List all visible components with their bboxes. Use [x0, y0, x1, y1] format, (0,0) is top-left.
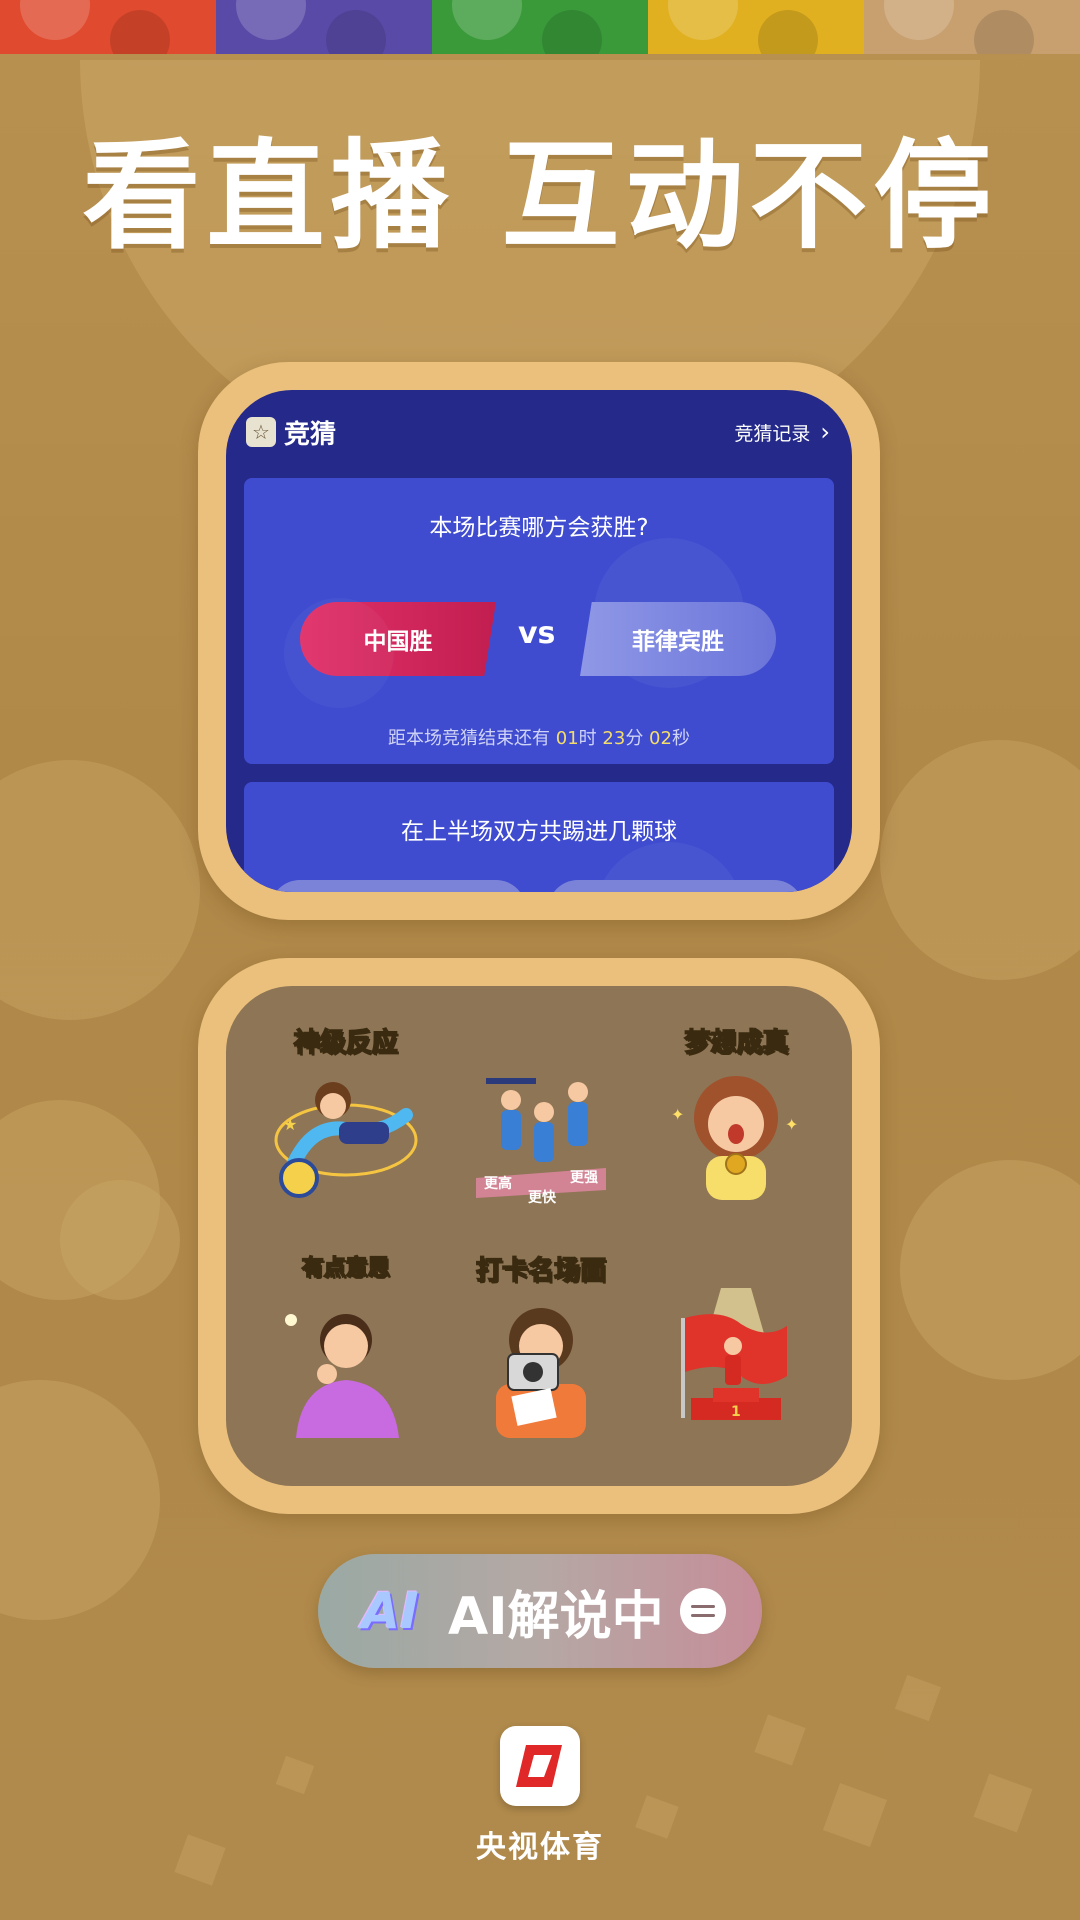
strip-segment-red: [0, 0, 216, 54]
choice-left-label: 中国胜: [363, 629, 433, 655]
question-card: 在上半场双方共踢进几颗球: [244, 782, 834, 892]
choice-philippines-win-button[interactable]: 菲律宾胜: [580, 602, 776, 676]
app-branding: 央视体育: [0, 1726, 1080, 1866]
svg-text:✦: ✦: [785, 1115, 798, 1134]
app-name: 央视体育: [476, 1830, 604, 1865]
sticker-caption: 打卡名场面: [475, 1255, 607, 1287]
quiz-record-label: 竞猜记录: [734, 422, 811, 445]
strip-segment-yellow: [648, 0, 864, 54]
question-text: 本场比赛哪方会获胜?: [429, 515, 649, 541]
countdown-minutes: 23: [602, 728, 626, 749]
vs-label: vs: [518, 616, 556, 651]
cctv-sports-logo-icon: [500, 1726, 580, 1806]
strip-segment-green: [432, 0, 648, 54]
star-icon: ☆: [246, 417, 276, 447]
countdown-seconds-unit: 秒: [671, 728, 690, 749]
choice-group: 中国胜 vs 菲律宾胜: [300, 602, 776, 676]
strip-segment-tan: [864, 0, 1080, 54]
quiz-card-frame: ☆ 竞猜 竞猜记录 › 本场比赛哪方会获胜? 中国胜 vs 菲律宾胜 距本场竞猜…: [198, 362, 880, 920]
sticker-caption: 梦想成真: [684, 1027, 790, 1059]
sticker-panel: 神级反应 ★ 更高 更快 更强 梦想成真 ✦ ✦ 有点意思 打卡名场面 1: [226, 986, 852, 1486]
countdown-seconds: 02: [649, 728, 672, 749]
countdown-minutes-unit: 分: [625, 728, 644, 749]
thinking-man-icon: [284, 1314, 399, 1438]
quiz-title-group: ☆ 竞猜: [246, 414, 336, 451]
ai-commentary-button[interactable]: AI AI解说中: [318, 1554, 762, 1668]
sticker-tag: 更快: [528, 1189, 557, 1206]
sticker-tag: 更强: [570, 1170, 598, 1186]
quiz-header: ☆ 竞猜 竞猜记录 ›: [246, 412, 830, 452]
countdown-hours-unit: 时: [578, 728, 597, 749]
answer-option-button[interactable]: [270, 880, 526, 892]
diving-player-icon: ★: [274, 1082, 418, 1198]
choice-right-label: 菲律宾胜: [632, 629, 724, 655]
podium-flag-icon: 1: [681, 1288, 788, 1420]
strip-segment-purple: [216, 0, 432, 54]
answer-option-button[interactable]: [548, 880, 804, 892]
training-athletes-icon: 更高 更快 更强: [475, 1078, 606, 1206]
top-color-strip: [0, 0, 1080, 54]
svg-text:✦: ✦: [671, 1105, 684, 1124]
sticker-item[interactable]: 有点意思: [248, 1250, 443, 1462]
quiz-record-link[interactable]: 竞猜记录 ›: [734, 419, 830, 446]
sticker-item[interactable]: 1: [639, 1250, 834, 1462]
choice-china-win-button[interactable]: 中国胜: [300, 602, 496, 676]
quiz-title: 竞猜: [284, 419, 337, 450]
countdown-hours: 01: [555, 728, 579, 749]
sticker-grid: 神级反应 ★ 更高 更快 更强 梦想成真 ✦ ✦ 有点意思 打卡名场面 1: [248, 1022, 834, 1462]
chevron-right-icon: ›: [820, 418, 830, 446]
sticker-caption: 神级反应: [293, 1027, 399, 1059]
question-text: 在上半场双方共踢进几颗球: [401, 819, 677, 845]
ai-commentary-label: AI解说中: [448, 1586, 664, 1647]
girl-with-camera-icon: [495, 1308, 586, 1438]
ai-logo-icon: AI: [361, 1582, 419, 1640]
question-card: 本场比赛哪方会获胜? 中国胜 vs 菲律宾胜 距本场竞猜结束还有 01时 23分…: [244, 478, 834, 764]
sticker-item[interactable]: 梦想成真 ✦ ✦: [639, 1022, 834, 1234]
adjust-toggle-icon[interactable]: [679, 1588, 726, 1634]
sticker-item[interactable]: 打卡名场面: [443, 1250, 638, 1462]
sticker-card-frame: 神级反应 ★ 更高 更快 更强 梦想成真 ✦ ✦ 有点意思 打卡名场面 1: [198, 958, 880, 1514]
countdown-text: 距本场竞猜结束还有 01时 23分 02秒: [244, 724, 834, 750]
countdown-prefix: 距本场竞猜结束还有: [388, 728, 551, 749]
quiz-panel: ☆ 竞猜 竞猜记录 › 本场比赛哪方会获胜? 中国胜 vs 菲律宾胜 距本场竞猜…: [226, 390, 852, 892]
sticker-item[interactable]: 神级反应 ★: [248, 1022, 443, 1234]
sticker-item[interactable]: 更高 更快 更强: [443, 1022, 638, 1234]
sticker-tag: 更高: [484, 1175, 512, 1192]
girl-with-medal-icon: ✦ ✦: [671, 1076, 799, 1200]
podium-number: 1: [731, 1404, 741, 1420]
sticker-caption: 有点意思: [301, 1255, 391, 1282]
svg-text:★: ★: [283, 1115, 297, 1134]
headline: 看直播 互动不停: [82, 127, 998, 265]
